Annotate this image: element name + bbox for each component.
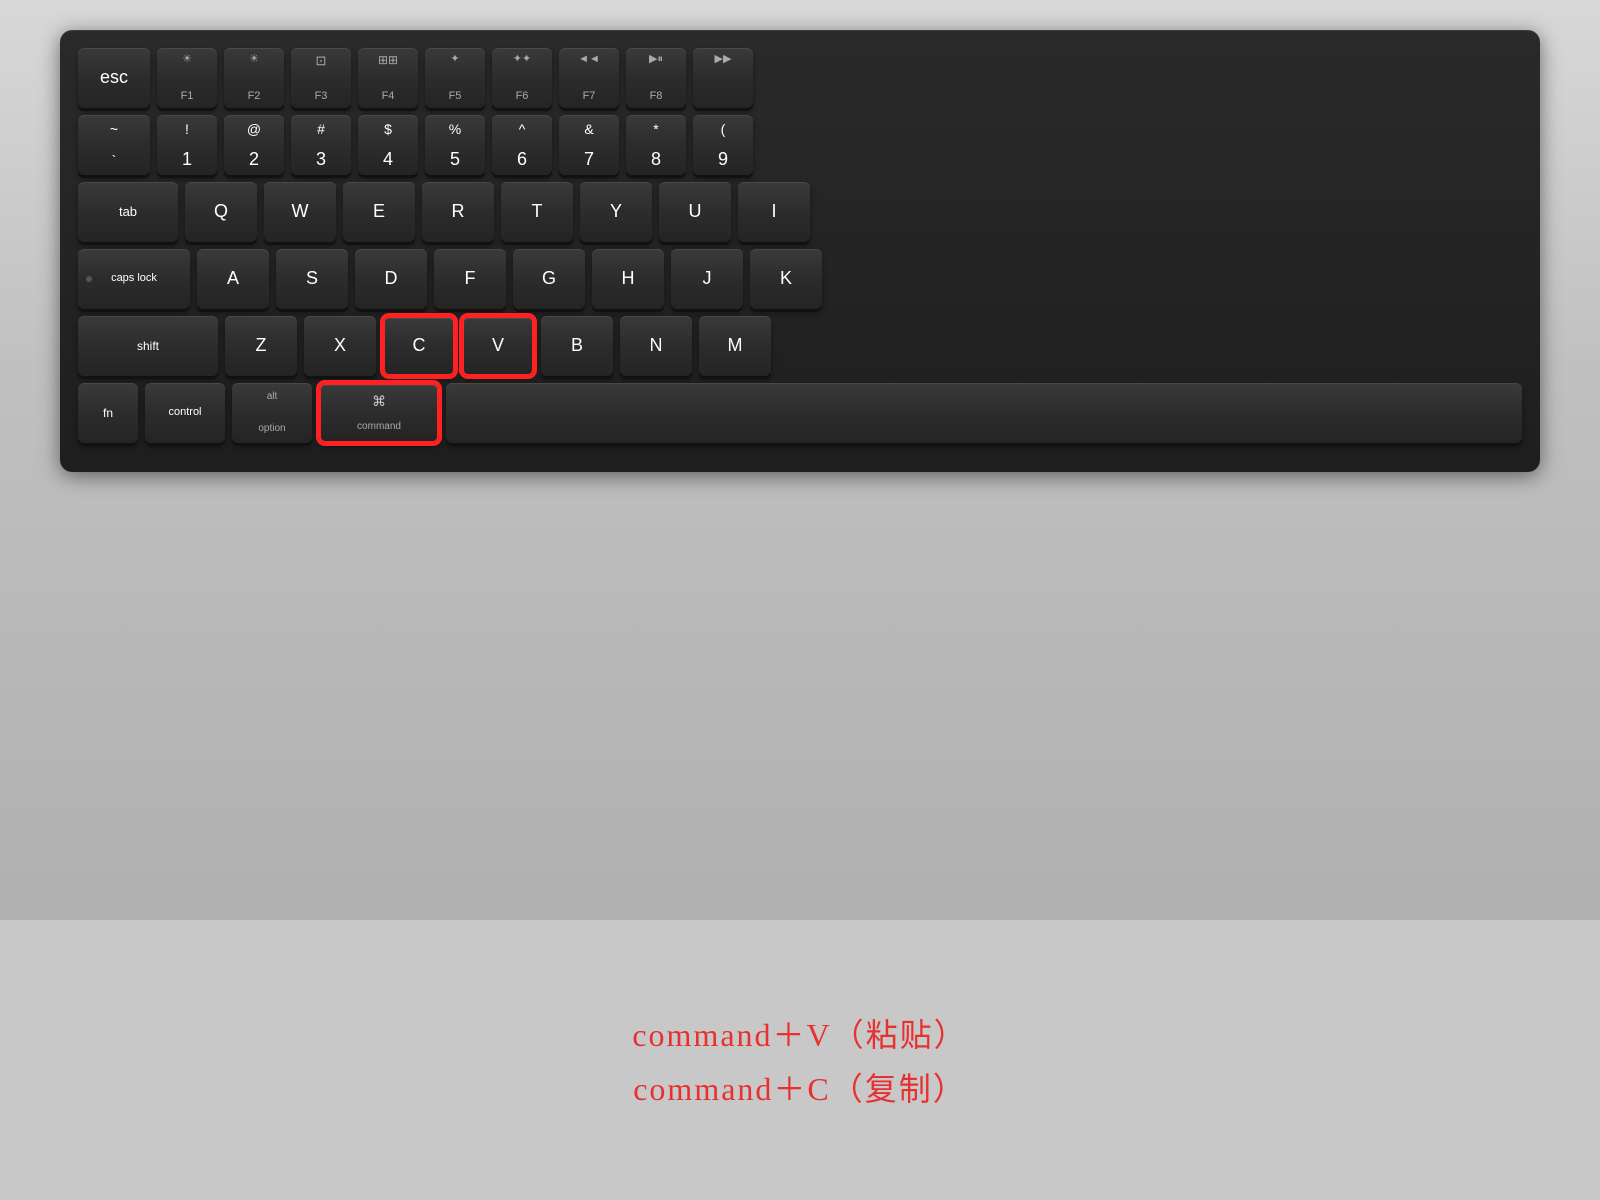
key-a[interactable]: A	[197, 249, 269, 309]
key-8[interactable]: * 8	[626, 115, 686, 175]
key-z[interactable]: Z	[225, 316, 297, 376]
key-h[interactable]: H	[592, 249, 664, 309]
key-backtick[interactable]: ~ `	[78, 115, 150, 175]
key-g[interactable]: G	[513, 249, 585, 309]
key-v[interactable]: V	[462, 316, 534, 376]
key-d[interactable]: D	[355, 249, 427, 309]
key-u[interactable]: U	[659, 182, 731, 242]
key-m[interactable]: M	[699, 316, 771, 376]
key-f[interactable]: F	[434, 249, 506, 309]
key-f9[interactable]: ▶▶	[693, 48, 753, 108]
key-5[interactable]: % 5	[425, 115, 485, 175]
fn-row: esc ☀F1 ☀F2 ⊡F3 ⊞⊞F4 ✦F5 ✦✦F6 ◄◄F7	[78, 48, 1522, 108]
asdf-row: caps lock A S D F G H J K	[78, 249, 1522, 309]
key-f6[interactable]: ✦✦F6	[492, 48, 552, 108]
key-f7[interactable]: ◄◄F7	[559, 48, 619, 108]
key-b[interactable]: B	[541, 316, 613, 376]
key-9[interactable]: ( 9	[693, 115, 753, 175]
zxcv-row: shift Z X C V B N M	[78, 316, 1522, 376]
key-t[interactable]: T	[501, 182, 573, 242]
keyboard-body: esc ☀F1 ☀F2 ⊡F3 ⊞⊞F4 ✦F5 ✦✦F6 ◄◄F7	[60, 30, 1540, 472]
number-row: ~ ` ! 1 @ 2 # 3 $ 4 % 5	[78, 115, 1522, 175]
key-2[interactable]: @ 2	[224, 115, 284, 175]
key-tab[interactable]: tab	[78, 182, 178, 242]
key-e[interactable]: E	[343, 182, 415, 242]
key-w[interactable]: W	[264, 182, 336, 242]
key-space[interactable]	[446, 383, 1522, 443]
key-3[interactable]: # 3	[291, 115, 351, 175]
key-control[interactable]: control	[145, 383, 225, 443]
key-y[interactable]: Y	[580, 182, 652, 242]
key-1[interactable]: ! 1	[157, 115, 217, 175]
annotation-area: command＋V（粘贴） command＋C（复制）	[0, 920, 1600, 1200]
key-f3[interactable]: ⊡F3	[291, 48, 351, 108]
key-4[interactable]: $ 4	[358, 115, 418, 175]
key-c[interactable]: C	[383, 316, 455, 376]
key-option[interactable]: alt option	[232, 383, 312, 443]
key-x[interactable]: X	[304, 316, 376, 376]
key-j[interactable]: J	[671, 249, 743, 309]
key-f5[interactable]: ✦F5	[425, 48, 485, 108]
key-i[interactable]: I	[738, 182, 810, 242]
key-shift[interactable]: shift	[78, 316, 218, 376]
key-6[interactable]: ^ 6	[492, 115, 552, 175]
key-esc[interactable]: esc	[78, 48, 150, 108]
key-k[interactable]: K	[750, 249, 822, 309]
bottom-row: fn control alt option ⌘ command	[78, 383, 1522, 443]
key-f1[interactable]: ☀F1	[157, 48, 217, 108]
key-command[interactable]: ⌘ command	[319, 383, 439, 443]
key-f4[interactable]: ⊞⊞F4	[358, 48, 418, 108]
key-f8[interactable]: ▶⏸F8	[626, 48, 686, 108]
key-fn[interactable]: fn	[78, 383, 138, 443]
key-capslock[interactable]: caps lock	[78, 249, 190, 309]
key-r[interactable]: R	[422, 182, 494, 242]
key-n[interactable]: N	[620, 316, 692, 376]
key-7[interactable]: & 7	[559, 115, 619, 175]
annotation-line1: command＋V（粘贴）	[632, 1010, 967, 1056]
key-f2[interactable]: ☀F2	[224, 48, 284, 108]
qwerty-row: tab Q W E R T Y U I	[78, 182, 1522, 242]
key-s[interactable]: S	[276, 249, 348, 309]
annotation-line2: command＋C（复制）	[633, 1064, 967, 1110]
keyboard-area: esc ☀F1 ☀F2 ⊡F3 ⊞⊞F4 ✦F5 ✦✦F6 ◄◄F7	[0, 0, 1600, 920]
key-q[interactable]: Q	[185, 182, 257, 242]
